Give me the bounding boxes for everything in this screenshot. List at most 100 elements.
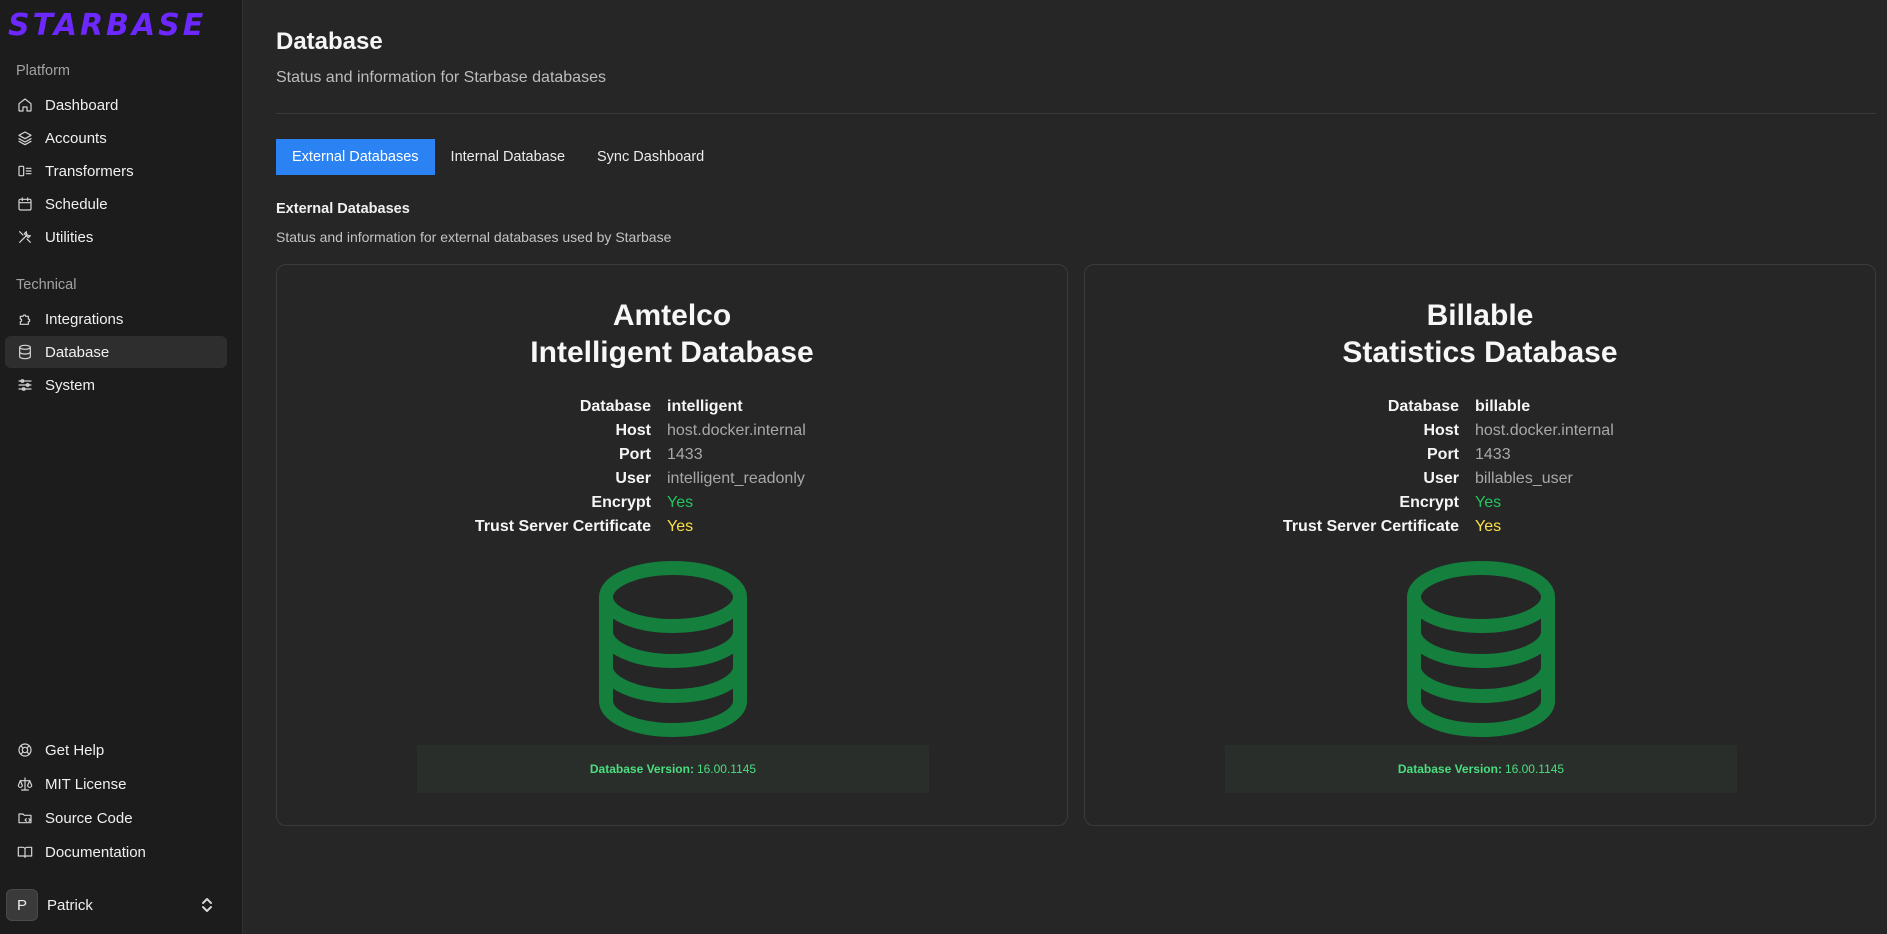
sidebar-item-label: Database [45,343,110,361]
sidebar-item-label: Accounts [45,129,107,147]
database-card-amtelco: Amtelco Intelligent Database Database in… [276,264,1068,826]
tab-bar: External Databases Internal Database Syn… [276,139,720,175]
info-key: Database [1387,398,1459,415]
sidebar-item-label: Source Code [45,809,133,827]
sidebar-item-source-code[interactable]: Source Code [5,802,227,834]
scale-icon [17,776,33,792]
sidebar-item-integrations[interactable]: Integrations [5,303,227,335]
sidebar-item-label: MIT License [45,775,127,793]
sidebar-item-documentation[interactable]: Documentation [5,836,227,868]
avatar: P [6,889,38,921]
info-row-user: User billables_user [1085,467,1875,491]
info-value: Yes [1475,518,1502,535]
version-value: 16.00.1145 [1504,762,1565,776]
user-name: Patrick [47,896,93,914]
sidebar-item-schedule[interactable]: Schedule [5,188,227,220]
database-version: Database Version: 16.00.1145 [417,745,929,793]
user-menu[interactable]: P Patrick [6,888,228,922]
database-icon [17,344,33,360]
sliders-icon [17,377,33,393]
database-version: Database Version: 16.00.1145 [1225,745,1737,793]
info-key: Host [1423,422,1459,439]
info-key: Port [619,446,651,463]
info-value: intelligent_readonly [667,470,805,487]
puzzle-icon [17,311,33,327]
info-value: intelligent [667,398,743,415]
version-label: Database Version: [589,762,694,776]
sidebar-item-system[interactable]: System [5,369,227,401]
sidebar-item-label: Utilities [45,228,94,246]
tab-internal-database[interactable]: Internal Database [435,139,581,175]
sidebar-item-accounts[interactable]: Accounts [5,122,227,154]
home-icon [17,97,33,113]
info-value: 1433 [667,446,703,463]
info-key: Encrypt [591,494,651,511]
version-label: Database Version: [1397,762,1502,776]
calendar-icon [17,196,33,212]
connection-info: Database billable Host host.docker.inter… [1085,395,1875,539]
sidebar-item-label: Schedule [45,195,108,213]
sidebar-item-utilities[interactable]: Utilities [5,221,227,253]
sidebar-item-label: Dashboard [45,96,119,114]
info-key: Port [1427,446,1459,463]
card-title-line2: Intelligent Database [530,336,814,369]
database-icon [1405,561,1557,738]
info-row-host: Host host.docker.internal [277,419,1067,443]
info-row-trust-server-certificate: Trust Server Certificate Yes [1085,515,1875,539]
sidebar-item-mit-license[interactable]: MIT License [5,768,227,800]
info-row-trust-server-certificate: Trust Server Certificate Yes [277,515,1067,539]
info-key: Host [615,422,651,439]
tools-icon [17,229,33,245]
tab-external-databases[interactable]: External Databases [276,139,435,175]
lifebuoy-icon [17,742,33,758]
card-title-line1: Amtelco [612,299,732,332]
sidebar-item-transformers[interactable]: Transformers [5,155,227,187]
sidebar-item-label: Transformers [45,162,134,180]
info-row-port: Port 1433 [1085,443,1875,467]
info-row-encrypt: Encrypt Yes [1085,491,1875,515]
layers-icon [17,130,33,146]
starbase-logo[interactable]: STARBASE [8,8,206,43]
connection-info: Database intelligent Host host.docker.in… [277,395,1067,539]
info-value: billable [1475,398,1531,415]
sidebar: STARBASE Platform Dashboard Accounts Tra… [0,0,243,934]
info-value: Yes [1475,494,1502,511]
page-title: Database [276,28,383,55]
card-title: Billable Statistics Database [1085,297,1875,371]
info-value: host.docker.internal [667,422,806,439]
sidebar-item-label: Documentation [45,843,146,861]
card-title-line2: Statistics Database [1342,336,1618,369]
sidebar-section-technical: Technical [16,277,77,293]
info-value: Yes [667,518,694,535]
info-row-database: Database intelligent [277,395,1067,419]
sidebar-item-get-help[interactable]: Get Help [5,734,227,766]
database-icon [597,561,749,738]
divider [276,113,1876,114]
info-row-user: User intelligent_readonly [277,467,1067,491]
section-description: Status and information for external data… [276,229,672,245]
book-icon [17,844,33,860]
info-key: Database [579,398,651,415]
info-value: 1433 [1475,446,1511,463]
card-title: Amtelco Intelligent Database [277,297,1067,371]
card-title-line1: Billable [1426,299,1534,332]
sidebar-item-dashboard[interactable]: Dashboard [5,89,227,121]
info-row-host: Host host.docker.internal [1085,419,1875,443]
page-subtitle: Status and information for Starbase data… [276,69,606,86]
code-folder-icon [17,810,33,826]
info-key: Encrypt [1399,494,1459,511]
info-key: Trust Server Certificate [1282,518,1459,535]
info-row-encrypt: Encrypt Yes [277,491,1067,515]
info-value: Yes [667,494,694,511]
version-value: 16.00.1145 [696,762,757,776]
info-key: User [1423,470,1459,487]
info-key: User [615,470,651,487]
tab-sync-dashboard[interactable]: Sync Dashboard [581,139,720,175]
database-card-billable: Billable Statistics Database Database bi… [1084,264,1876,826]
info-value: host.docker.internal [1475,422,1614,439]
info-key: Trust Server Certificate [474,518,651,535]
sidebar-item-label: Integrations [45,310,124,328]
sidebar-item-database[interactable]: Database [5,336,227,368]
info-row-database: Database billable [1085,395,1875,419]
chevron-up-down-icon [200,897,214,918]
